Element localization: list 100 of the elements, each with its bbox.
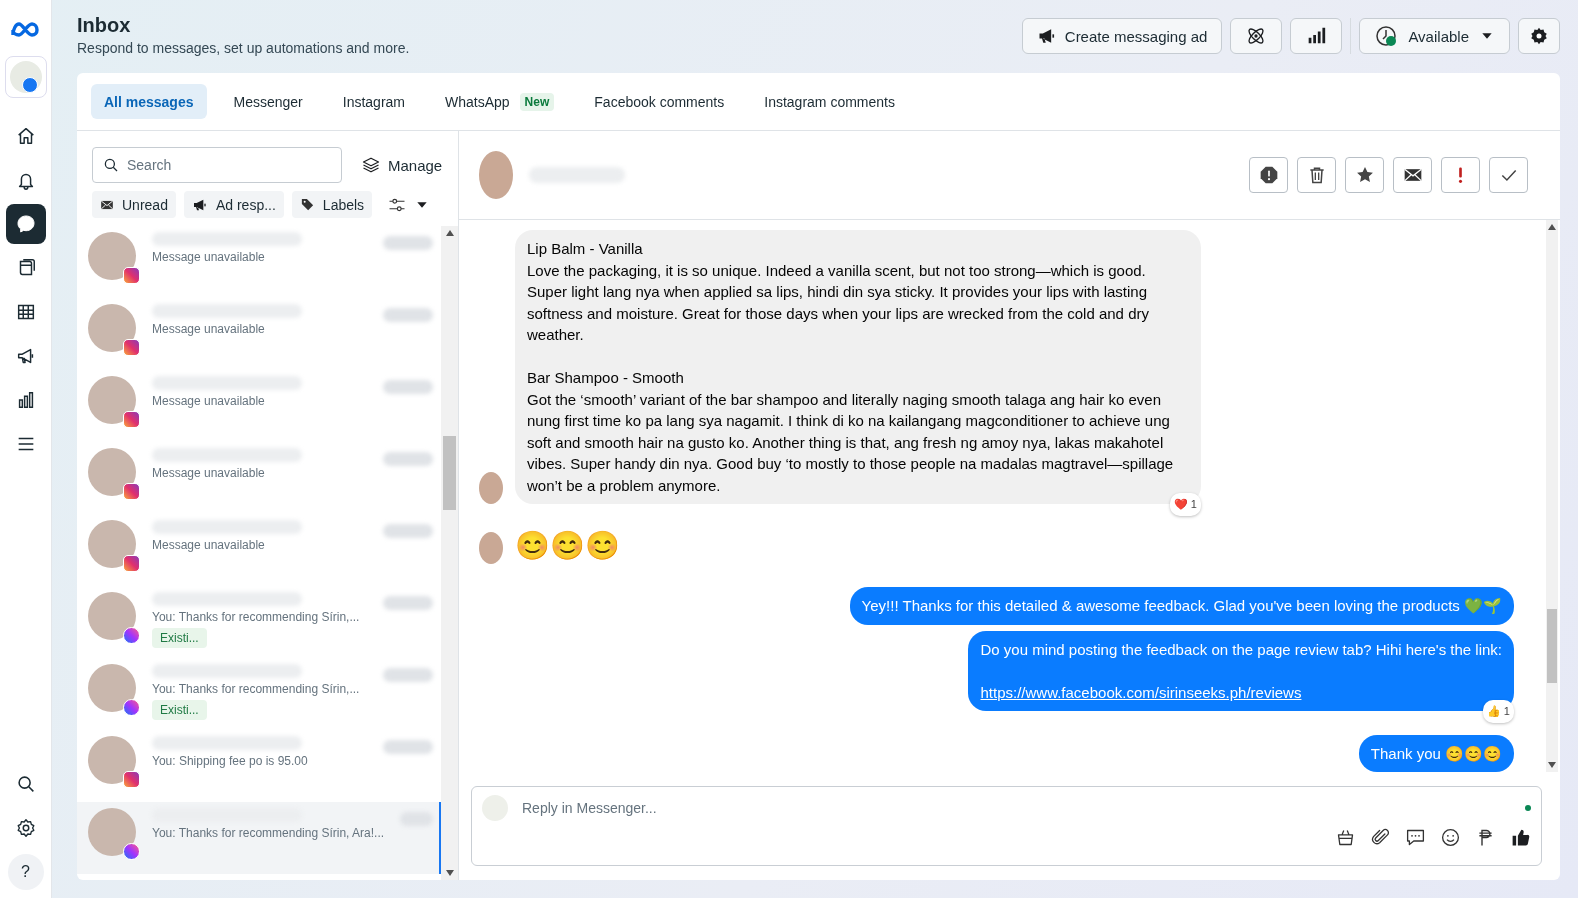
avatar [88,664,136,712]
message-preview: Message unavailable [152,322,266,336]
scrollbar[interactable] [441,226,458,880]
label-tag: Existi... [152,628,207,648]
emoji-message: 😊😊😊 [515,528,620,563]
flag-button[interactable] [1441,157,1480,193]
search-icon [102,156,120,174]
mark-unread-button[interactable] [1393,157,1432,193]
instagram-badge-icon [123,267,140,284]
clock-status-icon [1374,24,1399,48]
blurred-time [383,740,433,754]
channel-tab[interactable]: Facebook comments [581,84,738,119]
ad-responses-filter[interactable]: Ad resp... [183,191,284,218]
tag-icon [299,197,315,212]
message-preview: Message unavailable [152,394,266,408]
online-dot-icon [1525,805,1531,811]
sender-avatar [479,472,503,504]
message-preview: You: Thanks for recommending Sírin,... [152,610,361,624]
availability-dropdown[interactable]: Available [1359,18,1510,54]
envelope-icon [100,197,114,212]
report-spam-button[interactable] [1249,157,1288,193]
conversation-item[interactable]: Message unavailable [77,226,441,298]
new-badge: New [519,92,555,111]
reaction-count[interactable]: ❤ 1 [1169,492,1201,516]
labels-filter[interactable]: Labels [291,191,373,218]
message-preview: You: Shipping fee po is 95.00 [152,754,309,768]
channel-tab[interactable]: Instagram comments [751,84,908,119]
search-field[interactable]: Search [92,147,342,183]
speech-bubble-icon [1405,827,1426,848]
instagram-badge-icon [123,339,140,356]
scroll-down-icon[interactable] [1548,762,1556,768]
emoji-button[interactable] [1440,827,1461,848]
unread-filter[interactable]: Unread [92,191,176,218]
reaction-count[interactable]: 👍 1 [1482,699,1514,723]
facebook-badge-icon [21,77,38,93]
channel-tab[interactable]: All messages [91,84,207,119]
conversation-item[interactable]: You: Thanks for recommending Sírin,... Existi... [77,586,441,658]
blurred-time [383,596,433,610]
conversation-item[interactable]: Message unavailable [77,514,441,586]
page-subtitle: Respond to messages, set up automations and more. [77,40,411,56]
shopping-bag-icon [1335,827,1356,848]
blurred-time [383,380,433,394]
layers-icon [362,156,380,174]
avatar [88,736,136,784]
message-preview: You: Thanks for recommending Sírin, Ara!... [152,826,385,840]
instagram-badge-icon [123,555,140,572]
messenger-badge-icon [123,627,140,644]
message-bubble: Thank you 😊😊😊 [1358,734,1514,772]
conversation-item[interactable]: Message unavailable [77,298,441,370]
delete-button[interactable] [1297,157,1336,193]
nav-item[interactable] [5,204,46,244]
label-tag: Existi... [152,700,207,720]
octagon-alert-icon [1258,165,1279,185]
conversation-item[interactable]: You: Thanks for recommending Sírin,... Existi... [77,658,441,730]
settings-icon [1529,26,1549,46]
thumbs-up-icon [1510,827,1531,848]
instagram-badge-icon [123,483,140,500]
conversation-item[interactable]: Message unavailable [77,442,441,514]
blurred-time [383,668,433,682]
avatar [88,376,136,424]
scroll-down-icon[interactable] [445,870,454,876]
instagram-badge-icon [123,771,140,788]
insights-button[interactable] [1290,18,1343,54]
blurred-time [383,452,433,466]
help-button[interactable]: ? [7,854,44,890]
conversation-item[interactable]: You: Shipping fee po is 95.00 [77,730,441,802]
scrollbar[interactable] [1546,220,1558,772]
like-button[interactable] [1510,827,1531,848]
review-link[interactable]: https://www.facebook.com/sirinseeks.ph/reviews [980,683,1302,701]
smiley-icon [1440,827,1461,848]
avatar [88,304,136,352]
contact-avatar [479,151,513,199]
messenger-badge-icon [123,699,140,716]
message-preview: Message unavailable [152,250,266,264]
channel-tab[interactable]: Messenger [220,84,316,119]
blurred-time [383,308,433,322]
message-preview: You: Thanks for recommending Sírin,... [152,682,361,696]
sender-avatar [479,531,503,564]
message-preview: Message unavailable [152,466,266,480]
saved-replies-button[interactable] [1405,827,1426,848]
scrollbar-thumb[interactable] [1547,609,1557,683]
messenger-badge-icon [123,843,140,860]
blurred-time [383,524,433,538]
shop-button[interactable] [1335,827,1356,848]
channel-tab[interactable]: Instagram [329,84,418,119]
conversation-item[interactable]: Message unavailable [77,370,441,442]
integrations-button[interactable] [1230,18,1283,54]
avatar [88,592,136,640]
settings-button[interactable] [1518,18,1560,54]
avatar [88,808,136,856]
scroll-up-icon[interactable] [1548,224,1556,230]
message-preview: Message unavailable [152,538,266,552]
star-button[interactable] [1345,157,1384,193]
message-bubble: Yey!!! Thanks for this detailed & awesome feedback. Glad you've been loving the products 💚🌱 [849,587,1514,625]
scrollbar-thumb[interactable] [443,436,456,510]
channel-tab[interactable]: WhatsApp New [432,84,568,119]
create-ad-button[interactable]: Create messaging ad [1021,18,1223,54]
manage-button[interactable]: Manage [362,156,443,174]
exclamation-icon [1458,167,1463,183]
scroll-up-icon[interactable] [445,230,454,236]
